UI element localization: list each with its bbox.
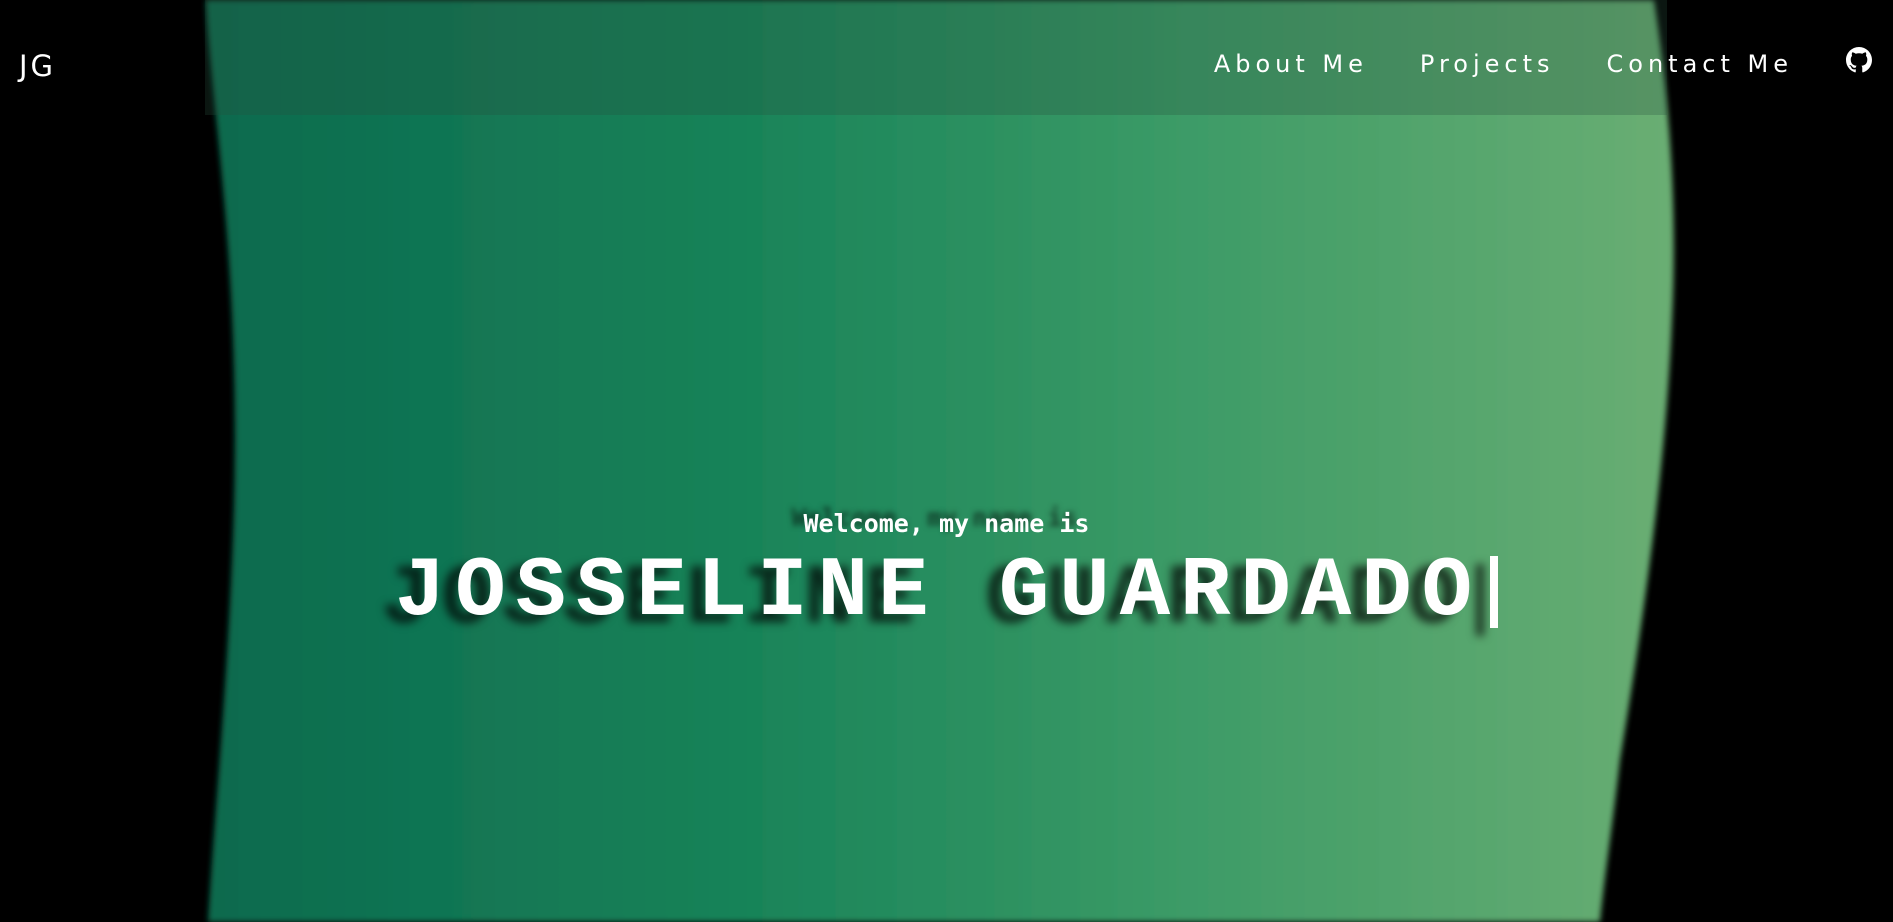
hero-greeting: Welcome, my name is <box>803 509 1090 538</box>
hero-name: JOSSELINE GUARDADO <box>394 545 1483 640</box>
portfolio-page: JG About Me Projects Contact Me Welcome,… <box>0 0 1893 922</box>
text-cursor <box>1490 556 1499 628</box>
hero-name-line: JOSSELINE GUARDADO <box>0 548 1893 638</box>
hero-section: Welcome, my name is JOSSELINE GUARDADO <box>0 0 1893 922</box>
